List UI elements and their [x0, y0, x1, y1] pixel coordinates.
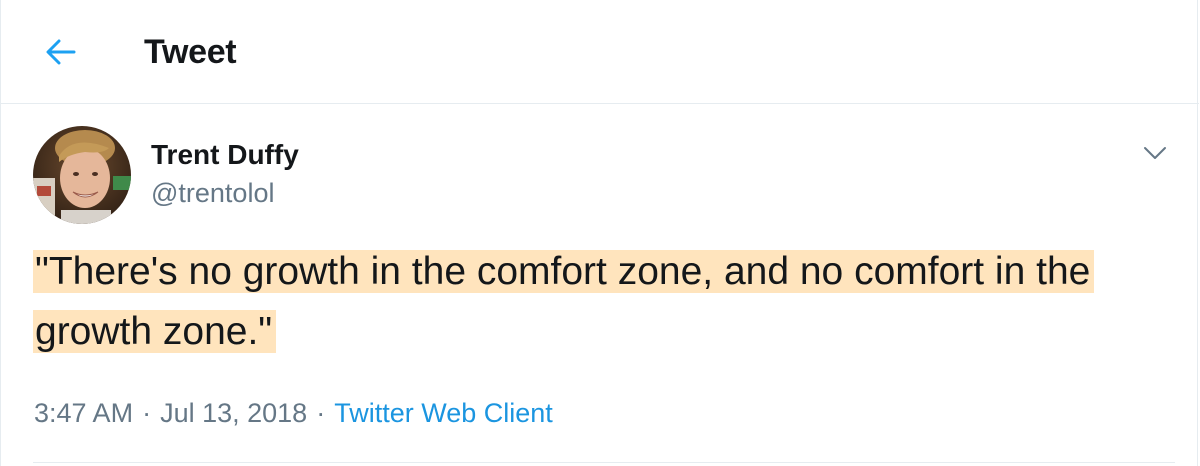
author-handle[interactable]: @trentolol: [151, 176, 274, 210]
tweet-meta: 3:47 AM · Jul 13, 2018 · Twitter Web Client: [34, 394, 553, 432]
tweet-text-highlight: "There's no growth in the comfort zone, …: [33, 250, 1095, 353]
page-title: Tweet: [144, 33, 237, 71]
tweet-time[interactable]: 3:47 AM: [34, 398, 133, 428]
page-header: Tweet: [1, 0, 1199, 104]
back-button[interactable]: [37, 30, 85, 74]
tweet-menu-button[interactable]: [1135, 133, 1175, 173]
arrow-left-icon: [46, 39, 76, 65]
tweet-client-link[interactable]: Twitter Web Client: [334, 398, 553, 428]
tweet-date[interactable]: Jul 13, 2018: [160, 398, 307, 428]
separator-dot: ·: [316, 398, 326, 428]
separator-dot: ·: [142, 398, 152, 428]
tweet-text: "There's no growth in the comfort zone, …: [33, 242, 1173, 362]
author-name[interactable]: Trent Duffy: [151, 138, 299, 172]
divider: [33, 462, 1175, 463]
avatar-image: [33, 126, 131, 224]
avatar[interactable]: [33, 126, 131, 224]
chevron-down-icon: [1144, 147, 1166, 159]
tweet-page: Tweet Trent Duffy @trentolol "There's no…: [0, 0, 1199, 466]
